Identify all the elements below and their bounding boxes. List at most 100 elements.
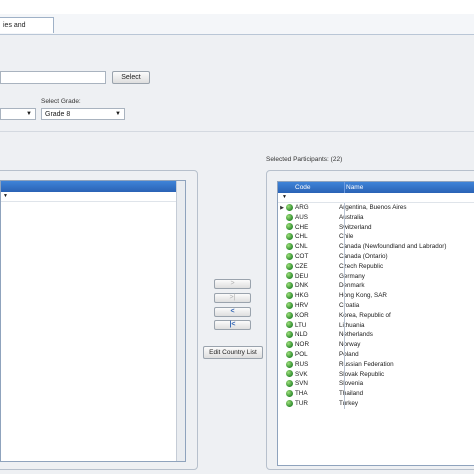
country-icon (286, 262, 293, 270)
row-code: CHL (295, 233, 308, 241)
grade-label: Select Grade: (41, 98, 81, 105)
selected-grid-body: ▶ ARG Argentina, Buenos Aires AUS Australia C… (278, 203, 474, 409)
grade-select[interactable]: Grade 8 ▼ (41, 108, 125, 120)
available-grid-header (1, 181, 185, 192)
row-name: Slovak Republic (339, 370, 385, 378)
left-dropdown[interactable]: ▼ (0, 108, 36, 120)
table-row[interactable]: SVK Slovak Republic (278, 370, 474, 380)
row-code: SVN (295, 380, 308, 388)
row-code: TUR (295, 399, 308, 407)
table-row[interactable]: NLD Netherlands (278, 330, 474, 340)
row-name: Korea, Republic of (339, 311, 391, 319)
country-icon (286, 233, 293, 241)
row-code: POL (295, 350, 308, 358)
grade-select-value: Grade 8 (45, 111, 71, 118)
row-name: Denmark (339, 282, 365, 290)
country-icon (286, 311, 293, 319)
row-code: LTU (295, 321, 307, 329)
row-code: NLD (295, 331, 308, 339)
table-row[interactable]: RUS Russian Federation (278, 360, 474, 370)
table-row[interactable]: AUS Australia (278, 213, 474, 223)
row-name: Canada (Newfoundland and Labrador) (339, 243, 447, 251)
row-name: Hong Kong, SAR (339, 292, 387, 300)
country-icon (286, 223, 293, 231)
row-code: CZE (295, 262, 308, 270)
column-header-name[interactable]: Name (346, 182, 363, 193)
country-icon (286, 213, 293, 221)
divider (0, 131, 474, 132)
edit-country-list-button[interactable]: Edit Country List (203, 346, 263, 359)
country-icon (286, 272, 293, 280)
row-code: THA (295, 390, 308, 398)
row-name: Chile (339, 233, 354, 241)
row-name: Poland (339, 350, 359, 358)
search-input[interactable] (0, 71, 106, 84)
column-divider (344, 203, 345, 409)
row-code: RUS (295, 360, 309, 368)
country-icon (286, 243, 293, 251)
row-name: Lithuania (339, 321, 365, 329)
filter-icon[interactable]: ▼ (282, 194, 287, 200)
available-grid[interactable]: ▼ (0, 180, 186, 462)
country-icon (286, 292, 293, 299)
row-name: Thailand (339, 390, 364, 398)
table-row[interactable]: ▶ ARG Argentina, Buenos Aires (278, 203, 474, 213)
country-icon (286, 399, 293, 407)
column-header-code[interactable]: Code (295, 182, 311, 193)
row-code: NOR (295, 341, 309, 349)
table-row[interactable]: TUR Turkey (278, 399, 474, 409)
row-name: Germany (339, 272, 365, 280)
table-row[interactable]: HKG Hong Kong, SAR (278, 291, 474, 301)
tab-variables[interactable]: ies and Variables (0, 17, 54, 45)
chevron-down-icon: ▼ (26, 111, 32, 117)
table-row[interactable]: CHL Chile (278, 232, 474, 242)
select-button[interactable]: Select (112, 71, 150, 84)
row-code: AUS (295, 213, 308, 221)
table-row[interactable]: THA Thailand (278, 389, 474, 399)
table-row[interactable]: CNL Canada (Newfoundland and Labrador) (278, 242, 474, 252)
table-row[interactable]: POL Poland (278, 350, 474, 360)
row-name: Australia (339, 213, 364, 221)
table-row[interactable]: CHE Switzerland (278, 223, 474, 233)
row-name: Russian Federation (339, 360, 394, 368)
row-name: Turkey (339, 399, 359, 407)
row-name: Norway (339, 341, 361, 349)
row-code: SVK (295, 370, 308, 378)
filter-icon[interactable]: ▼ (3, 193, 8, 199)
selected-grid[interactable]: Code Name ▼ ▶ ARG Argentina, Buenos Aires A… (277, 181, 474, 466)
row-name: Croatia (339, 301, 360, 309)
row-code: DNK (295, 282, 309, 290)
column-divider (344, 182, 345, 193)
table-row[interactable]: DNK Denmark (278, 281, 474, 291)
country-icon (286, 389, 293, 397)
table-row[interactable]: DEU Germany (278, 272, 474, 282)
filter-row[interactable]: ▼ (278, 193, 474, 203)
table-row[interactable]: SVN Slovenia (278, 379, 474, 389)
row-code: ARG (295, 204, 309, 211)
table-row[interactable]: HRV Croatia (278, 301, 474, 311)
table-row[interactable]: CZE Czech Republic (278, 262, 474, 272)
row-code: KOR (295, 311, 309, 319)
chevron-down-icon: ▼ (115, 111, 121, 117)
table-row[interactable]: NOR Norway (278, 340, 474, 350)
filter-row[interactable]: ▼ (1, 192, 185, 202)
table-row[interactable]: COT Canada (Ontario) (278, 252, 474, 262)
move-one-right-button[interactable]: > (214, 279, 251, 289)
country-icon (286, 340, 293, 348)
table-row[interactable]: KOR Korea, Republic of (278, 311, 474, 321)
selected-grid-header: Code Name (278, 182, 474, 193)
row-code: HRV (295, 301, 309, 309)
country-icon (286, 252, 293, 260)
move-one-left-button[interactable]: < (214, 307, 251, 317)
scrollbar[interactable] (176, 181, 185, 461)
move-all-left-button[interactable]: |< (214, 320, 251, 330)
row-name: Slovenia (339, 380, 364, 388)
country-icon (286, 360, 293, 368)
table-row[interactable]: LTU Lithuania (278, 321, 474, 331)
row-code: COT (295, 252, 309, 260)
country-icon (286, 331, 293, 339)
country-icon (286, 350, 293, 358)
row-name: Czech Republic (339, 262, 384, 270)
move-all-right-button[interactable]: >| (214, 293, 251, 303)
row-name: Canada (Ontario) (339, 252, 388, 260)
